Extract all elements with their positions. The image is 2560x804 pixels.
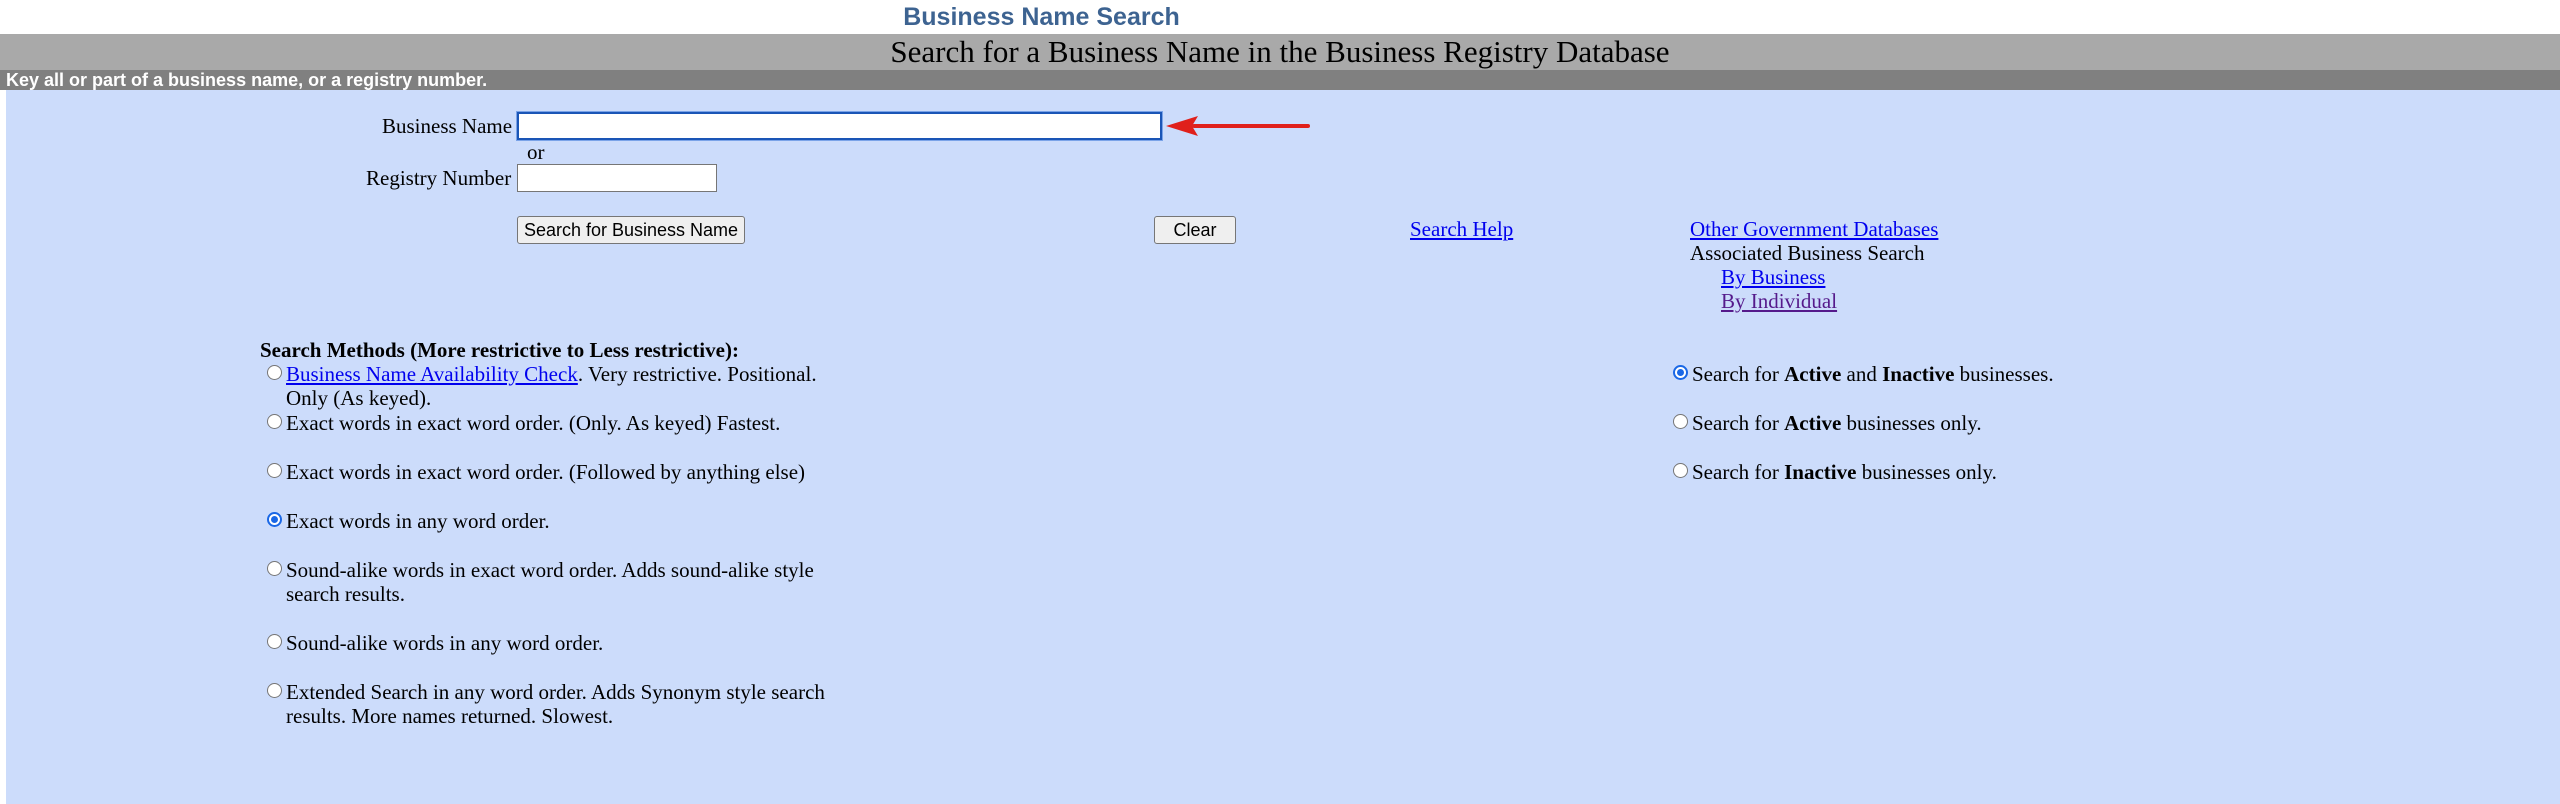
method-radio-soundalike-exact-order[interactable] (267, 561, 282, 576)
by-individual-link[interactable]: By Individual (1721, 289, 1837, 313)
associated-business-search-heading: Associated Business Search (1690, 241, 1925, 265)
or-separator: or (527, 140, 545, 164)
method-radio-soundalike-any-order[interactable] (267, 634, 282, 649)
method-option-text: Sound-alike words in any word order. (286, 631, 604, 655)
method-radio-extended-search[interactable] (267, 683, 282, 698)
method-option-text: Exact words in any word order. (286, 509, 550, 533)
search-help-link[interactable]: Search Help (1410, 217, 1513, 241)
method-radio-exact-order-followed[interactable] (267, 463, 282, 478)
status-option-text: Search for Active businesses only. (1692, 411, 1982, 435)
method-radio-availability-check[interactable] (267, 365, 282, 380)
registry-number-label: Registry Number (366, 166, 512, 190)
banner-heading: Search for a Business Name in the Busine… (0, 34, 2560, 70)
business-name-label: Business Name (382, 114, 513, 138)
search-methods-heading: Search Methods (More restrictive to Less… (260, 338, 739, 362)
status-option-text: Search for Inactive businesses only. (1692, 460, 1997, 484)
method-option-text: Extended Search in any word order. Adds … (286, 680, 825, 728)
method-option-text: Exact words in exact word order. (Follow… (286, 460, 806, 484)
red-arrow-icon (1166, 116, 1310, 136)
status-radio-inactive-only[interactable] (1673, 463, 1688, 478)
other-government-databases-link[interactable]: Other Government Databases (1690, 217, 1938, 241)
status-radio-active-and-inactive[interactable] (1673, 365, 1688, 380)
method-radio-exact-order-only[interactable] (267, 414, 282, 429)
method-option-text: Business Name Availability Check. Very r… (286, 362, 817, 410)
method-option-text: Sound-alike words in exact word order. A… (286, 558, 814, 606)
instruction-bar: Key all or part of a business name, or a… (0, 70, 2560, 90)
search-button[interactable]: Search for Business Name (517, 216, 745, 244)
method-option-text: Exact words in exact word order. (Only. … (286, 411, 781, 435)
method-radio-exact-any-order[interactable] (267, 512, 282, 527)
by-business-link[interactable]: By Business (1721, 265, 1825, 289)
status-option-text: Search for Active and Inactive businesse… (1692, 362, 2054, 386)
business-name-input[interactable] (516, 111, 1163, 141)
business-name-availability-check-link[interactable]: Business Name Availability Check (286, 362, 578, 386)
page-title: Business Name Search (903, 3, 1180, 31)
clear-button[interactable]: Clear (1154, 216, 1236, 244)
registry-number-input[interactable] (517, 164, 717, 192)
search-panel: Business Name or Registry Number Search … (6, 90, 2560, 804)
status-radio-active-only[interactable] (1673, 414, 1688, 429)
